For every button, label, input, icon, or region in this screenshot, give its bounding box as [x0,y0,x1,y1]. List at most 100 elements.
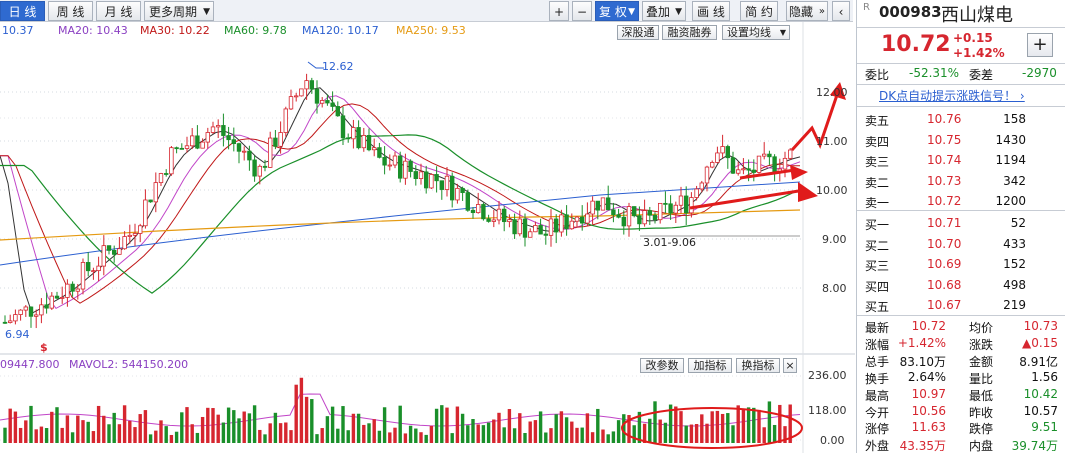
volume-bar [50,411,54,443]
candle-body [585,213,590,224]
volume-bar [382,407,387,443]
candle-body [616,214,621,218]
switch-indicator-button[interactable]: 换指标 [736,358,780,373]
candle-body [559,214,564,233]
stat-label: 总手 [865,354,890,369]
volume-bar [268,423,272,443]
stock-name: 西山煤电 [941,5,1013,26]
bid-volume: 152 [1003,257,1026,271]
volume-bar [736,405,740,443]
volume-bar [538,411,543,443]
divider [857,315,1065,316]
candle-body [7,320,13,323]
candle-body [309,80,314,90]
candlestick-series [2,73,793,329]
volume-bar [616,420,621,443]
stat-label: 最新 [865,321,890,335]
candle-body [486,218,491,222]
candle-body [715,152,720,163]
ask-row: 卖四 10.75 1430 [857,132,1065,150]
candle-body [606,197,611,211]
volume-bar [570,421,574,443]
candle-body [413,171,418,179]
candle-body [257,165,262,177]
volume-bar [434,408,439,443]
candle-body [132,233,138,236]
candle-body [314,88,320,104]
candle-body [137,225,143,234]
order-ratio-row: 委比 -52.31% 委差 -2970 [857,65,1065,83]
candle-body [34,314,39,317]
add-watchlist-button[interactable]: + [1027,33,1053,57]
volume-bar [393,427,397,443]
volume-bar [346,430,350,443]
volume-bar [44,428,49,443]
price-change: +0.15 [953,31,993,45]
volume-bar [476,424,480,443]
candle-body [517,218,522,235]
candle-body [366,134,372,151]
candle-body [241,150,247,153]
volume-bar [653,401,657,443]
signal-link[interactable]: DK点自动提示涨跌信号！ › [879,87,1025,104]
bid-price: 10.68 [927,277,962,292]
volume-bar [544,432,548,443]
volume-bar [206,407,210,443]
volume-bar [440,405,444,443]
volume-bar [289,430,293,443]
close-indicator-button[interactable]: × [783,358,797,373]
volume-bar [502,427,506,443]
volume-bar [445,407,449,443]
stat-label: 昨收 [969,405,994,420]
stat-value: 43.35万 [899,439,946,453]
quote-panel: R 000983 西山煤电 10.72 +0.15 +1.42% + 委比 -5… [856,0,1065,453]
ask-price: 10.75 [927,132,962,147]
candle-body [226,135,231,141]
change-params-button[interactable]: 改参数 [640,358,684,373]
candle-body [491,219,496,222]
bid-price: 10.70 [927,236,962,251]
candle-body [60,297,65,299]
price-axis-label: 8.00 [822,282,847,295]
candle-body [465,192,470,211]
candle-body [455,187,460,201]
stat-label: 跌停 [969,422,994,437]
candle-body [184,145,190,149]
volume-bar [528,421,532,443]
ask-price: 10.73 [927,173,962,188]
volume-bar [767,401,772,443]
candle-body [554,218,559,233]
candle-body [678,195,684,206]
candle-body [730,157,736,174]
volume-bar [18,427,23,443]
candle-body [507,219,512,223]
candle-body [174,147,179,150]
stat-row: 涨幅 +1.42% 涨跌 ▲0.15 [857,335,1065,353]
candle-body [231,139,236,145]
candle-body [642,210,647,225]
ask-price: 10.76 [927,112,962,126]
candle-body [408,160,413,172]
bid-label: 买四 [865,279,890,294]
volume-bar [356,413,361,443]
volume-axis-label: 0.00 [820,434,845,447]
volume-bar [76,415,80,443]
add-indicator-button[interactable]: 加指标 [688,358,732,373]
volume-bar [325,416,330,443]
chart-grid [0,22,855,453]
divider [857,63,1065,64]
volume-bar [107,424,111,443]
candle-body [392,155,398,166]
candle-body [621,216,626,227]
volume-bar [278,423,283,443]
candle-body [65,283,70,298]
candle-body [70,283,75,292]
range-annotation: 3.01-9.06 [643,236,696,249]
stat-value: 2.64% [907,369,946,384]
candle-body [496,208,502,221]
stat-label: 最高 [865,388,890,403]
close-icon: × [785,359,795,372]
volume-bar [284,422,288,443]
volume-bar [164,426,168,443]
candle-body [288,96,294,110]
